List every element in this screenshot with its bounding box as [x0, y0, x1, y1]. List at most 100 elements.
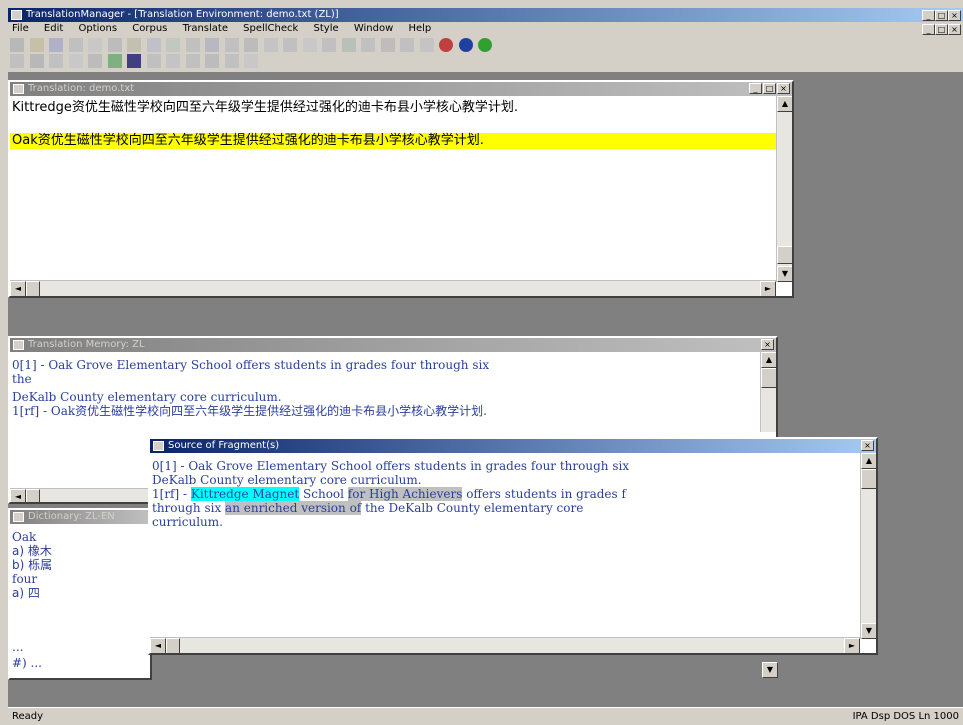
- scroll-thumb[interactable]: [777, 246, 792, 264]
- editor-minimize-icon[interactable]: _: [749, 83, 762, 94]
- close-icon[interactable]: ×: [948, 10, 961, 21]
- source-scroll-down-icon[interactable]: ▼: [861, 623, 876, 639]
- source-scroll-thumb[interactable]: [861, 469, 876, 489]
- menu-file[interactable]: File: [12, 23, 29, 34]
- copy-icon[interactable]: [107, 38, 122, 52]
- editor-horizontal-scrollbar[interactable]: ◄ ►: [10, 280, 776, 296]
- menu-style[interactable]: Style: [314, 23, 339, 34]
- source-horizontal-scrollbar[interactable]: ◄ ►: [150, 637, 860, 653]
- source-scroll-left-icon[interactable]: ◄: [150, 638, 166, 653]
- memory-hscroll-thumb[interactable]: [26, 489, 40, 502]
- print-icon[interactable]: [68, 38, 83, 52]
- translate-icon[interactable]: [341, 38, 356, 52]
- editor-line-2[interactable]: Oak资优生磁性学校向四至六年级学生提供经过强化的迪卡布县小学核心教学计划.: [10, 133, 778, 149]
- child-restore-icon[interactable]: □: [935, 24, 948, 35]
- find-icon[interactable]: [185, 38, 200, 52]
- source-line-3[interactable]: 1[rf] - Kittredge Magnet School for High…: [152, 487, 626, 501]
- dict-entry-1[interactable]: a) 橡木: [12, 544, 52, 558]
- table-icon[interactable]: [185, 54, 200, 68]
- dict-entry-6[interactable]: #) ...: [12, 656, 42, 670]
- color-green-icon[interactable]: [478, 38, 492, 52]
- memory-line-1[interactable]: 0[1] - Oak Grove Elementary School offer…: [12, 358, 489, 372]
- menu-window[interactable]: Window: [354, 23, 393, 34]
- source-vertical-scrollbar[interactable]: ▲ ▼: [860, 453, 876, 639]
- child-close-icon[interactable]: ×: [948, 24, 961, 35]
- source-line-5[interactable]: curriculum.: [152, 515, 223, 529]
- back-icon[interactable]: [29, 54, 44, 68]
- color-red-icon[interactable]: [439, 38, 453, 52]
- highlight-high-achievers[interactable]: for High Achievers: [347, 487, 463, 501]
- menu-options[interactable]: Options: [78, 23, 117, 34]
- bullet-icon[interactable]: [283, 38, 297, 52]
- lookup-icon[interactable]: [88, 54, 102, 68]
- dict-entry-3[interactable]: four: [12, 572, 37, 586]
- memory-scroll-up-icon[interactable]: ▲: [761, 352, 776, 368]
- editor-line-1[interactable]: Kittredge资优生磁性学校向四至六年级学生提供经过强化的迪卡布县小学核心教…: [12, 100, 518, 116]
- dict-entry-0[interactable]: Oak: [12, 530, 36, 544]
- memory-scroll-thumb[interactable]: [761, 368, 776, 388]
- save-icon[interactable]: [49, 38, 63, 52]
- scroll-left-icon[interactable]: ◄: [10, 281, 26, 296]
- open-icon[interactable]: [29, 38, 44, 52]
- align-center-icon[interactable]: [244, 38, 258, 52]
- scroll-up-icon[interactable]: ▲: [777, 96, 792, 112]
- settings-icon[interactable]: [244, 54, 258, 68]
- list-icon[interactable]: [146, 54, 161, 68]
- minimize-icon[interactable]: _: [922, 10, 935, 21]
- menu-edit[interactable]: Edit: [44, 23, 63, 34]
- new-icon[interactable]: [10, 38, 24, 52]
- source-line-2[interactable]: DeKalb County elementary core curriculum…: [152, 473, 422, 487]
- memory-line-4[interactable]: 1[rf] - Oak资优生磁性学校向四至六年级学生提供经过强化的迪卡布县小学核…: [12, 404, 487, 418]
- editor-vertical-scrollbar[interactable]: ▲ ▼: [776, 96, 792, 282]
- glossary-icon[interactable]: [361, 38, 375, 52]
- cut-icon[interactable]: [88, 38, 102, 52]
- redo-icon[interactable]: [166, 38, 180, 52]
- menu-translate[interactable]: Translate: [183, 23, 228, 34]
- source-scroll-right-icon[interactable]: ►: [844, 638, 860, 653]
- memory-line-3[interactable]: DeKalb County elementary core curriculum…: [12, 390, 282, 404]
- editor-maximize-icon[interactable]: □: [763, 83, 776, 94]
- color-blue-icon[interactable]: [458, 38, 473, 52]
- memory-close-icon[interactable]: ×: [761, 339, 774, 350]
- replace-icon[interactable]: [205, 38, 219, 52]
- source-line-4[interactable]: through six an enriched version of the D…: [152, 501, 583, 515]
- source-scroll-up-icon[interactable]: ▲: [861, 453, 876, 469]
- highlight-enriched[interactable]: an enriched version of: [225, 501, 362, 515]
- menu-corpus[interactable]: Corpus: [132, 23, 167, 34]
- memory-scroll-down-icon[interactable]: ▼: [762, 662, 778, 678]
- scroll-right-icon[interactable]: ►: [760, 281, 776, 296]
- memory-horizontal-scrollbar[interactable]: ◄: [10, 488, 150, 502]
- dictionary-icon[interactable]: [127, 54, 141, 68]
- check-icon[interactable]: [107, 54, 122, 68]
- text-icon[interactable]: [205, 54, 219, 68]
- restore-icon[interactable]: □: [935, 10, 948, 21]
- dock-icon[interactable]: [10, 54, 24, 68]
- highlight-kittredge[interactable]: Kittredge Magnet: [190, 487, 300, 501]
- dict-entry-4[interactable]: a) 四: [12, 586, 40, 600]
- source-line-1[interactable]: 0[1] - Oak Grove Elementary School offer…: [152, 459, 629, 473]
- undo-icon[interactable]: [146, 38, 161, 52]
- editor-close-icon[interactable]: ×: [777, 83, 790, 94]
- format-icon[interactable]: [224, 54, 239, 68]
- memory-scroll-left-icon[interactable]: ◄: [10, 489, 26, 502]
- hscroll-thumb[interactable]: [26, 281, 40, 296]
- memory-vertical-scrollbar[interactable]: ▲: [760, 352, 776, 432]
- scroll-down-icon[interactable]: ▼: [777, 266, 792, 282]
- memory-icon[interactable]: [380, 38, 395, 52]
- menu-help[interactable]: Help: [408, 23, 431, 34]
- forward-icon[interactable]: [49, 54, 63, 68]
- outdent-icon[interactable]: [322, 38, 336, 52]
- indent-icon[interactable]: [302, 38, 317, 52]
- source-close-icon[interactable]: ×: [861, 440, 874, 451]
- dict-entry-2[interactable]: b) 栎属: [12, 558, 52, 572]
- dict-entry-5[interactable]: ...: [12, 640, 23, 654]
- memory-line-2[interactable]: the: [12, 372, 32, 386]
- menu-spellcheck[interactable]: SpellCheck: [243, 23, 298, 34]
- paste-icon[interactable]: [127, 38, 141, 52]
- align-left-icon[interactable]: [224, 38, 239, 52]
- grid-icon[interactable]: [166, 54, 180, 68]
- spell-icon[interactable]: [419, 38, 434, 52]
- child-minimize-icon[interactable]: _: [922, 24, 935, 35]
- source-hscroll-thumb[interactable]: [166, 638, 180, 653]
- segment-icon[interactable]: [68, 54, 83, 68]
